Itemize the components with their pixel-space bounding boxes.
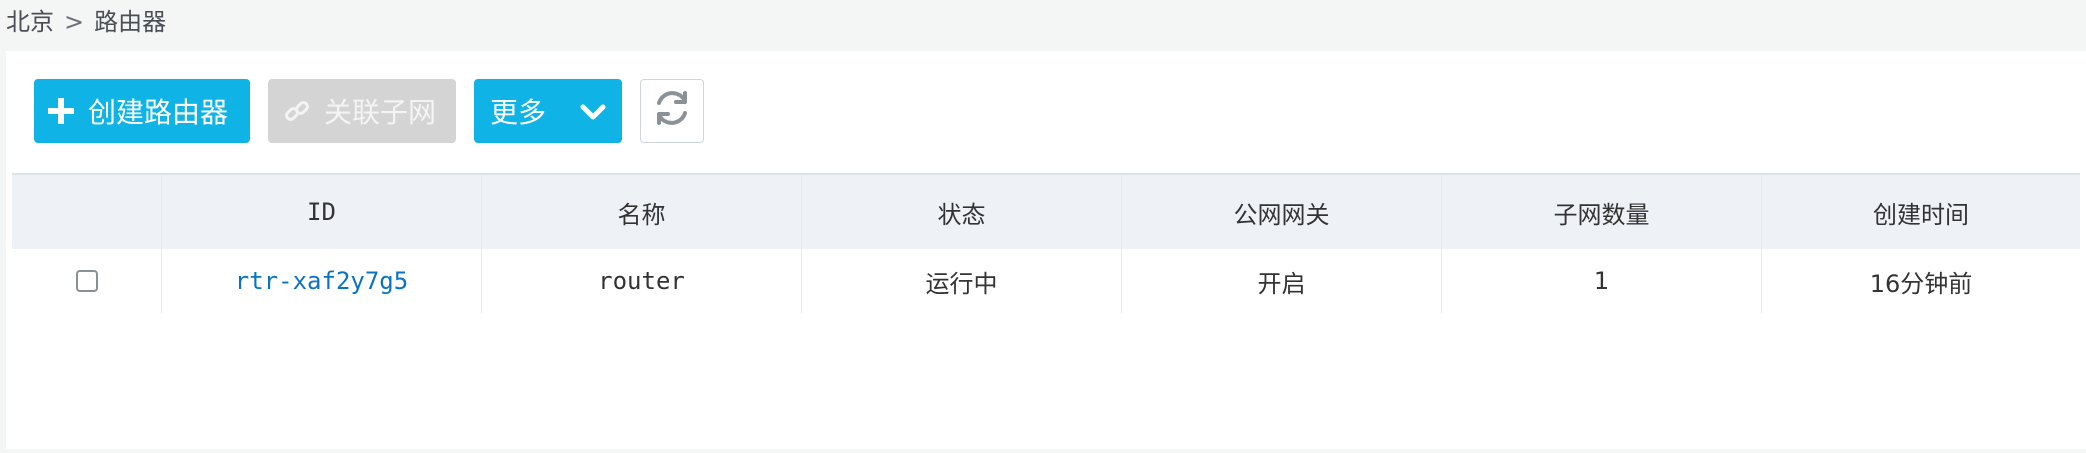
header-public-gateway: 公网网关 — [1122, 175, 1442, 249]
more-dropdown-button[interactable]: 更多 — [474, 79, 622, 143]
create-router-label: 创建路由器 — [88, 96, 229, 129]
header-created-time: 创建时间 — [1873, 200, 1969, 229]
main-panel: 创建路由器 关联子网 更多 ID 名称 状态 公网网关 子网数量 创建时间 rt… — [6, 51, 2086, 449]
refresh-icon — [651, 87, 693, 136]
router-name: router — [482, 249, 802, 313]
breadcrumb-current: 路由器 — [94, 8, 167, 36]
router-created-time: 16分钟前 — [1869, 269, 1973, 298]
plus-icon — [48, 98, 74, 124]
associate-subnet-label: 关联子网 — [324, 96, 437, 129]
associate-subnet-button[interactable]: 关联子网 — [268, 79, 456, 143]
header-subnet-count: 子网数量 — [1442, 175, 1762, 249]
router-table: ID 名称 状态 公网网关 子网数量 创建时间 rtr-xaf2y7g5 rou… — [12, 173, 2080, 313]
create-router-button[interactable]: 创建路由器 — [34, 79, 250, 143]
row-checkbox[interactable] — [75, 270, 98, 292]
header-status: 状态 — [802, 175, 1122, 249]
refresh-button[interactable] — [640, 79, 704, 143]
chevron-down-icon — [580, 95, 606, 128]
table-header: ID 名称 状态 公网网关 子网数量 创建时间 — [12, 173, 2080, 249]
table-row: rtr-xaf2y7g5 router 运行中 开启 1 16分钟前 — [12, 249, 2080, 313]
row-select-cell — [12, 249, 162, 313]
toolbar: 创建路由器 关联子网 更多 — [34, 79, 704, 143]
header-select — [12, 175, 162, 249]
router-subnet-count: 1 — [1442, 249, 1762, 313]
header-name: 名称 — [482, 175, 802, 249]
breadcrumb-region[interactable]: 北京 — [6, 4, 54, 40]
link-icon — [284, 98, 310, 124]
header-id: ID — [162, 175, 482, 249]
router-public-gateway: 开启 — [1122, 249, 1442, 313]
breadcrumb-separator: > — [64, 8, 85, 36]
router-id-link[interactable]: rtr-xaf2y7g5 — [162, 249, 482, 313]
router-status: 运行中 — [802, 249, 1122, 313]
more-label: 更多 — [490, 96, 547, 129]
breadcrumb: 北京 > 路由器 — [6, 4, 166, 40]
